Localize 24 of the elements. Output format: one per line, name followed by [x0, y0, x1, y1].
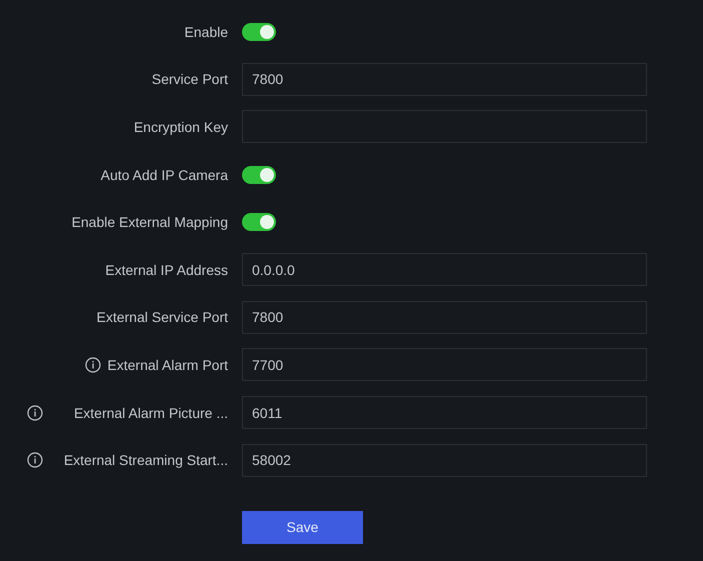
- field-label: External Streaming Start...: [64, 452, 228, 468]
- field-label: Enable External Mapping: [72, 214, 228, 230]
- toggle-switch[interactable]: [242, 166, 276, 184]
- field-label: External IP Address: [105, 262, 228, 278]
- info-icon[interactable]: [85, 356, 102, 373]
- input-field[interactable]: 7800: [242, 300, 647, 334]
- toggle-switch[interactable]: [242, 22, 276, 41]
- input-field[interactable]: [242, 110, 647, 144]
- field-label: Enable: [184, 24, 228, 40]
- input-field[interactable]: 7700: [242, 348, 647, 382]
- save-button[interactable]: Save: [242, 510, 363, 544]
- input-field[interactable]: 58002: [242, 444, 647, 477]
- info-icon[interactable]: [27, 452, 43, 468]
- toggle-switch[interactable]: [242, 213, 276, 232]
- field-label: External Alarm Port: [107, 356, 228, 373]
- info-icon[interactable]: [27, 404, 43, 421]
- field-label: External Service Port: [96, 309, 228, 326]
- input-field[interactable]: 7800: [242, 62, 647, 96]
- field-label: Auto Add IP Camera: [100, 166, 228, 183]
- field-label: External Alarm Picture ...: [74, 404, 228, 421]
- field-label: Service Port: [152, 71, 228, 88]
- field-label: Encryption Key: [134, 118, 228, 135]
- input-field[interactable]: 0.0.0.0: [242, 253, 647, 286]
- input-field[interactable]: 6011: [242, 396, 647, 430]
